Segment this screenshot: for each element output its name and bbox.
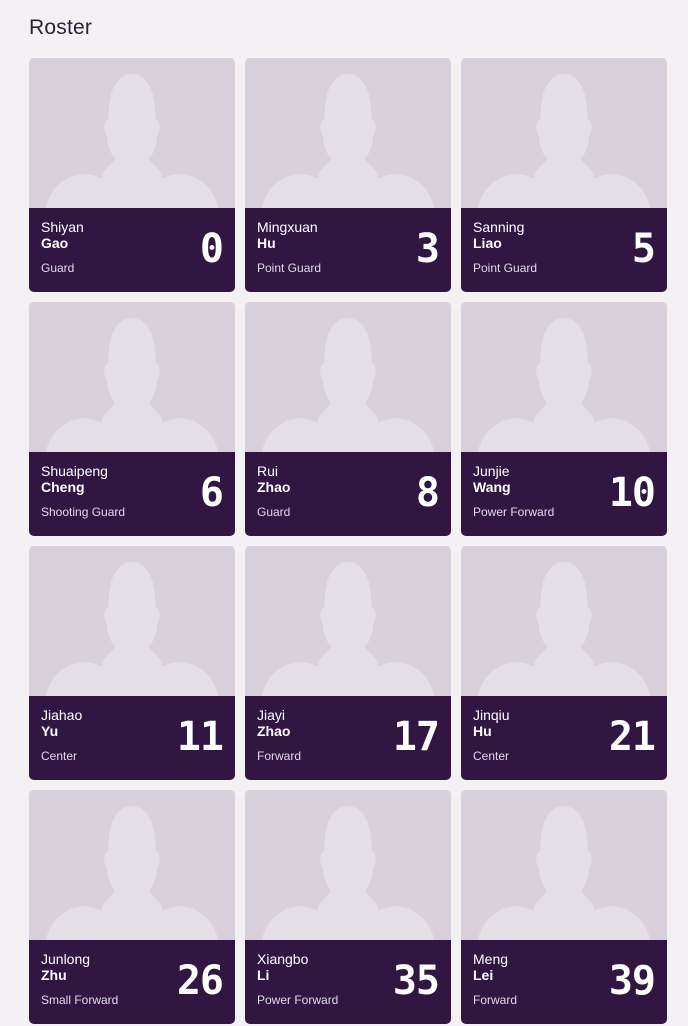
player-last-name: Liao <box>473 235 502 251</box>
player-first-name: Junjie <box>473 463 510 479</box>
player-number: 8 <box>415 470 440 516</box>
silhouette-placeholder-icon <box>29 790 235 940</box>
player-info: Sanning Liao Point Guard 5 <box>461 208 667 292</box>
player-card[interactable]: Xiangbo Li Power Forward 35 <box>245 790 451 1024</box>
player-first-name: Jiayi <box>257 707 286 723</box>
player-photo <box>461 546 667 696</box>
player-card[interactable]: Jinqiu Hu Center 21 <box>461 546 667 780</box>
player-number: 35 <box>392 958 440 1004</box>
player-number: 5 <box>631 226 656 272</box>
player-photo <box>461 790 667 940</box>
silhouette-placeholder-icon <box>461 790 667 940</box>
player-info: Meng Lei Forward 39 <box>461 940 667 1024</box>
player-position: Center <box>473 749 510 763</box>
player-card[interactable]: Rui Zhao Guard 8 <box>245 302 451 536</box>
player-first-name: Sanning <box>473 219 525 235</box>
silhouette-placeholder-icon <box>245 546 451 696</box>
player-first-name: Mingxuan <box>257 219 318 235</box>
silhouette-placeholder-icon <box>29 546 235 696</box>
silhouette-placeholder-icon <box>461 58 667 208</box>
silhouette-placeholder-icon <box>245 58 451 208</box>
player-number: 17 <box>392 714 440 760</box>
silhouette-placeholder-icon <box>29 302 235 452</box>
player-card[interactable]: Jiahao Yu Center 11 <box>29 546 235 780</box>
player-position: Center <box>41 749 78 763</box>
player-info: Junlong Zhu Small Forward 26 <box>29 940 235 1024</box>
player-last-name: Li <box>257 967 270 983</box>
player-photo <box>29 58 235 208</box>
player-first-name: Junlong <box>41 951 91 967</box>
player-number: 3 <box>415 226 440 272</box>
player-last-name: Hu <box>257 235 276 251</box>
player-last-name: Zhu <box>41 967 67 983</box>
player-position: Forward <box>473 993 518 1007</box>
player-number: 6 <box>199 470 224 516</box>
player-number: 10 <box>608 470 656 516</box>
player-position: Small Forward <box>41 993 119 1007</box>
silhouette-placeholder-icon <box>461 302 667 452</box>
player-photo <box>29 546 235 696</box>
player-photo <box>245 302 451 452</box>
player-photo <box>29 790 235 940</box>
player-first-name: Shuaipeng <box>41 463 108 479</box>
player-first-name: Jinqiu <box>473 707 510 723</box>
player-card[interactable]: Sanning Liao Point Guard 5 <box>461 58 667 292</box>
player-number: 21 <box>608 714 656 760</box>
player-photo <box>245 546 451 696</box>
player-position: Guard <box>41 261 75 275</box>
player-card[interactable]: Jiayi Zhao Forward 17 <box>245 546 451 780</box>
player-card[interactable]: Meng Lei Forward 39 <box>461 790 667 1024</box>
roster-grid: Shiyan Gao Guard 0 Mingxuan Hu Point Gua… <box>29 58 667 1024</box>
player-position: Guard <box>257 505 291 519</box>
silhouette-placeholder-icon <box>29 58 235 208</box>
player-card[interactable]: Mingxuan Hu Point Guard 3 <box>245 58 451 292</box>
player-first-name: Jiahao <box>41 707 83 723</box>
player-card[interactable]: Junjie Wang Power Forward 10 <box>461 302 667 536</box>
player-position: Shooting Guard <box>41 505 126 519</box>
player-last-name: Cheng <box>41 479 85 495</box>
player-photo <box>461 58 667 208</box>
player-first-name: Shiyan <box>41 219 84 235</box>
player-photo <box>245 790 451 940</box>
player-info: Shuaipeng Cheng Shooting Guard 6 <box>29 452 235 536</box>
player-position: Power Forward <box>257 993 339 1007</box>
silhouette-placeholder-icon <box>245 302 451 452</box>
player-first-name: Rui <box>257 463 279 479</box>
player-info: Junjie Wang Power Forward 10 <box>461 452 667 536</box>
player-card[interactable]: Shuaipeng Cheng Shooting Guard 6 <box>29 302 235 536</box>
player-last-name: Zhao <box>257 723 291 739</box>
player-photo <box>461 302 667 452</box>
player-info: Jiahao Yu Center 11 <box>29 696 235 780</box>
player-number: 0 <box>199 226 224 272</box>
player-photo <box>245 58 451 208</box>
player-position: Forward <box>257 749 302 763</box>
player-number: 39 <box>608 958 656 1004</box>
player-last-name: Yu <box>41 723 59 739</box>
player-info: Jiayi Zhao Forward 17 <box>245 696 451 780</box>
player-position: Power Forward <box>473 505 555 519</box>
player-photo <box>29 302 235 452</box>
player-card[interactable]: Shiyan Gao Guard 0 <box>29 58 235 292</box>
player-number: 26 <box>176 958 224 1004</box>
player-first-name: Meng <box>473 951 509 967</box>
player-position: Point Guard <box>473 261 538 275</box>
player-last-name: Hu <box>473 723 492 739</box>
player-position: Point Guard <box>257 261 322 275</box>
player-info: Xiangbo Li Power Forward 35 <box>245 940 451 1024</box>
silhouette-placeholder-icon <box>461 546 667 696</box>
player-card[interactable]: Junlong Zhu Small Forward 26 <box>29 790 235 1024</box>
player-info: Rui Zhao Guard 8 <box>245 452 451 536</box>
player-number: 11 <box>176 714 224 760</box>
player-info: Shiyan Gao Guard 0 <box>29 208 235 292</box>
player-last-name: Wang <box>473 479 511 495</box>
silhouette-placeholder-icon <box>245 790 451 940</box>
page-title: Roster <box>29 16 93 39</box>
player-last-name: Zhao <box>257 479 291 495</box>
player-last-name: Lei <box>473 967 494 983</box>
player-last-name: Gao <box>41 235 69 251</box>
player-info: Jinqiu Hu Center 21 <box>461 696 667 780</box>
player-first-name: Xiangbo <box>257 951 309 967</box>
player-info: Mingxuan Hu Point Guard 3 <box>245 208 451 292</box>
